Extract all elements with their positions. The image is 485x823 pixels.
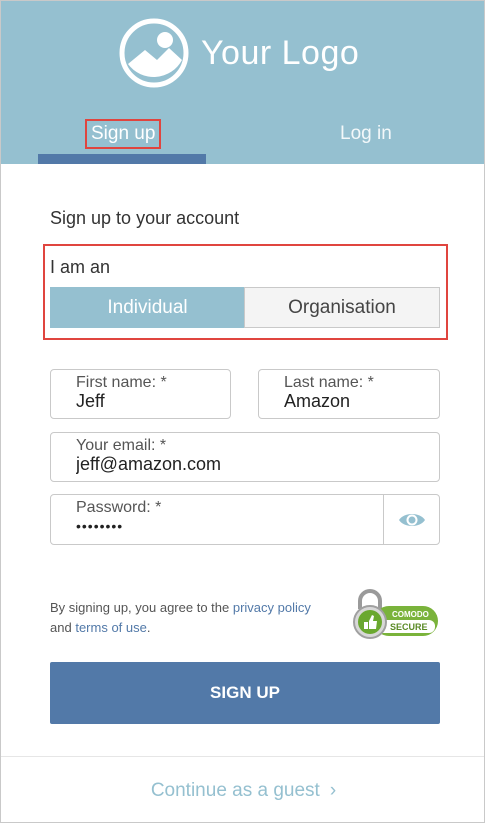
- password-field[interactable]: Password: * ••••••••: [50, 494, 440, 545]
- first-name-label: First name: *: [76, 374, 167, 391]
- logo-mark-icon: [119, 18, 189, 88]
- header: Your Logo Sign up Log in: [1, 1, 484, 164]
- first-name-input[interactable]: [76, 391, 229, 412]
- sign-up-button[interactable]: SIGN UP: [50, 662, 440, 724]
- form-subtitle: Sign up to your account: [50, 208, 240, 228]
- tab-sign-up[interactable]: Sign up: [85, 119, 162, 149]
- logo: Your Logo: [119, 18, 359, 88]
- password-divider: [383, 495, 384, 544]
- individual-option-button[interactable]: Individual: [50, 287, 245, 328]
- last-name-input[interactable]: [284, 391, 437, 412]
- terms-text: By signing up, you agree to the privacy …: [50, 598, 340, 638]
- chevron-right-icon: ›: [329, 780, 337, 801]
- guest-label: Continue as a guest: [150, 780, 320, 801]
- email-input[interactable]: [76, 454, 406, 475]
- tab-log-in[interactable]: Log in: [340, 123, 392, 145]
- seal-line2: SECURE: [390, 622, 428, 632]
- email-field[interactable]: Your email: *: [50, 432, 440, 482]
- continue-as-guest-link[interactable]: Continue as a guest ›: [1, 780, 484, 802]
- last-name-field[interactable]: Last name: *: [258, 369, 440, 419]
- password-input[interactable]: ••••••••: [76, 518, 406, 534]
- terms-prefix: By signing up, you agree to the: [50, 600, 230, 615]
- comodo-secure-seal: COMODO SECURE: [353, 589, 438, 639]
- signup-screen: Your Logo Sign up Log in Sign up to your…: [0, 0, 485, 823]
- last-name-label: Last name: *: [284, 374, 374, 391]
- terms-of-use-link[interactable]: terms of use: [75, 620, 147, 635]
- seal-line1: COMODO: [392, 610, 429, 619]
- eye-icon[interactable]: [397, 507, 427, 533]
- privacy-policy-link[interactable]: privacy policy: [233, 600, 311, 615]
- footer-divider: [1, 756, 484, 757]
- terms-and: and: [50, 620, 72, 635]
- active-tab-indicator: [38, 154, 206, 164]
- account-type-label: I am an: [50, 257, 111, 277]
- first-name-field[interactable]: First name: *: [50, 369, 231, 419]
- logo-text: Your Logo: [201, 33, 360, 72]
- terms-suffix: .: [146, 620, 151, 635]
- organisation-option-button[interactable]: Organisation: [244, 287, 440, 328]
- password-label: Password: *: [76, 499, 162, 516]
- email-label: Your email: *: [76, 437, 167, 454]
